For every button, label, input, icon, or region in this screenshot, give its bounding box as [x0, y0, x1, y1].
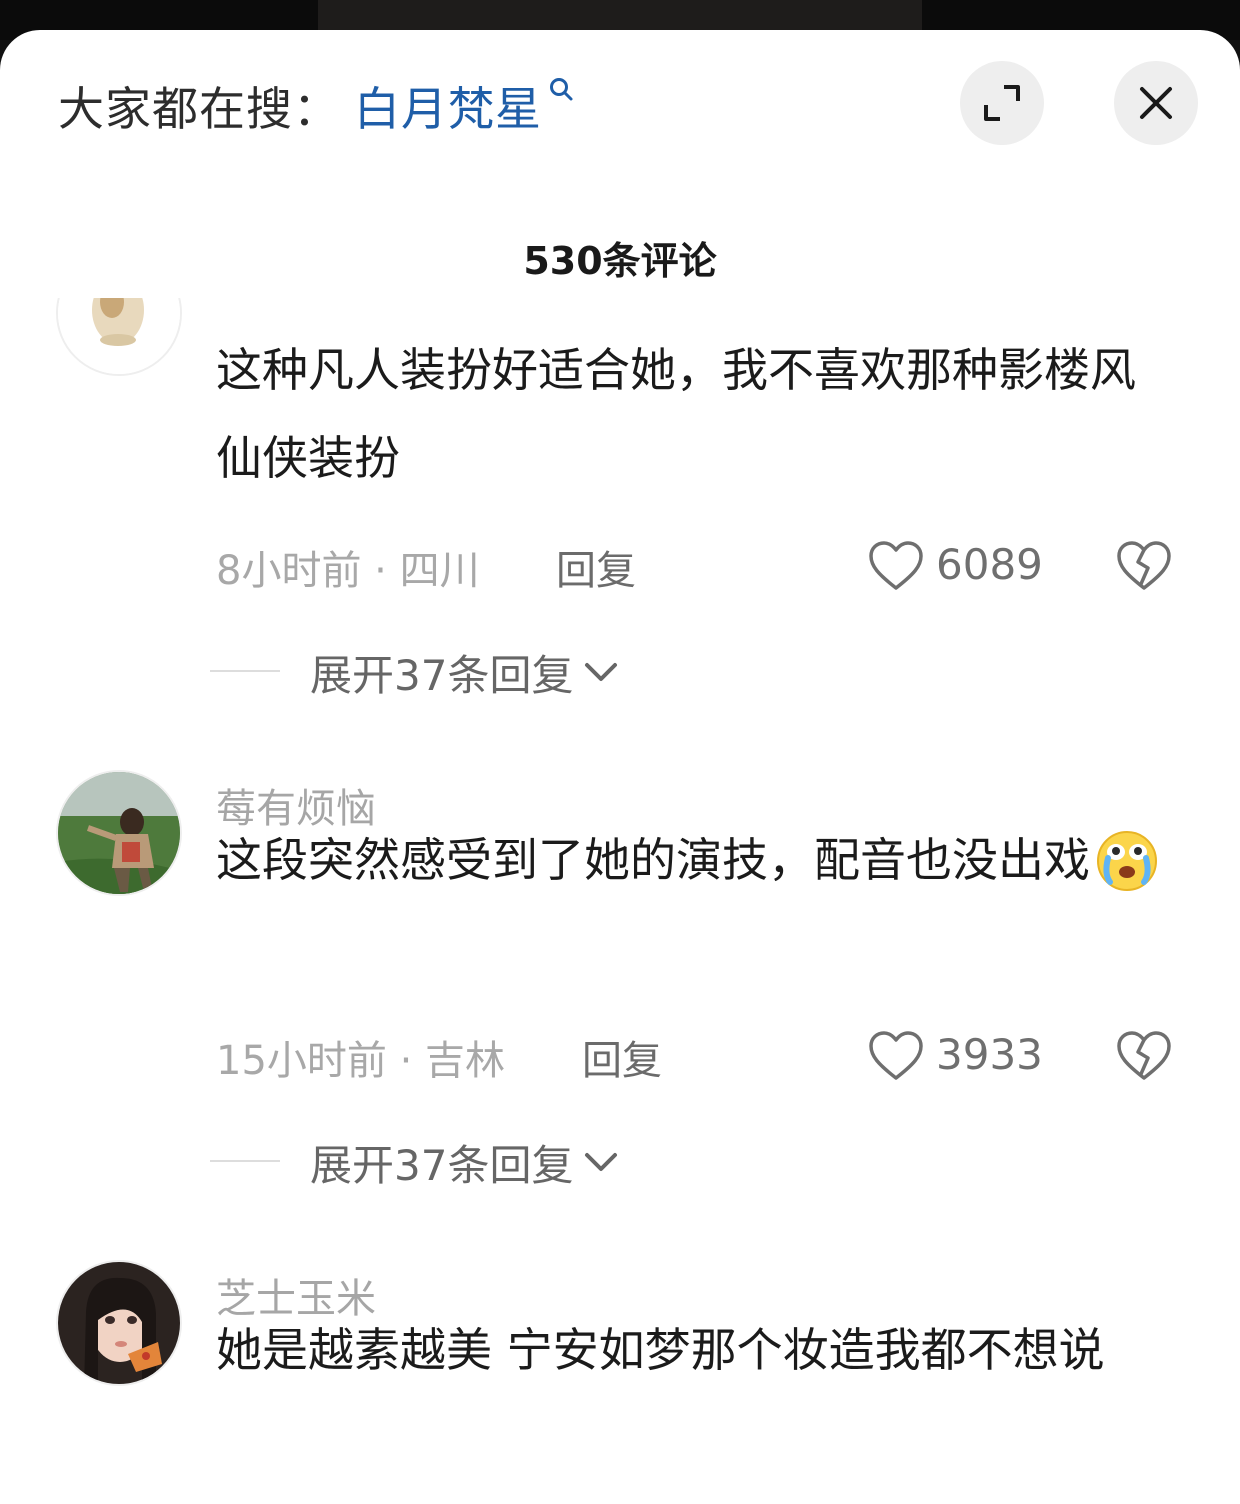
trending-search-term[interactable]: 白月梵星 [354, 73, 542, 139]
broken-heart-icon[interactable] [1116, 1030, 1172, 1082]
trending-search[interactable]: 大家都在搜： 白月梵星 [58, 74, 574, 138]
comment-text[interactable]: 这种凡人装扮好适合她，我不喜欢那种影楼风仙侠装扮 [216, 326, 1176, 502]
comment-text[interactable]: 她是越素越美 宁安如梦那个妆造我都不想说 [216, 1306, 1176, 1394]
comment-text-content: 这段突然感受到了她的演技，配音也没出戏 [216, 833, 1090, 887]
avatar[interactable] [56, 1260, 182, 1386]
heart-icon[interactable] [868, 1030, 924, 1082]
close-icon [1140, 87, 1172, 119]
crying-face-emoji-icon [1097, 830, 1157, 891]
expand-replies-button[interactable]: 展开37条回复 [310, 1132, 619, 1193]
expand-button[interactable] [960, 61, 1044, 145]
comment-meta: 8小时前 · 四川 [216, 548, 480, 594]
like-count: 6089 [936, 540, 1043, 589]
comment-count-title: 530条评论 [523, 239, 717, 283]
broken-heart-icon[interactable] [1116, 540, 1172, 592]
comment-sheet: 大家都在搜： 白月梵星 530条评论 这种凡人装扮好适合她，我不喜欢那种影楼风仙… [0, 30, 1240, 1504]
heart-icon[interactable] [868, 540, 924, 592]
like-count: 3933 [936, 1030, 1043, 1079]
avatar[interactable] [56, 298, 182, 376]
expand-replies-label: 展开37条回复 [310, 1141, 574, 1190]
reply-button[interactable]: 回复 [582, 1028, 662, 1086]
avatar[interactable] [56, 770, 182, 896]
comment-list[interactable]: 这种凡人装扮好适合她，我不喜欢那种影楼风仙侠装扮 8小时前 · 四川 回复 60… [0, 298, 1240, 1504]
search-icon [550, 78, 573, 101]
close-button[interactable] [1114, 61, 1198, 145]
video-edge [318, 0, 922, 30]
expand-icon [984, 85, 1020, 121]
chevron-down-icon [585, 1152, 618, 1171]
expand-replies-button[interactable]: 展开37条回复 [310, 642, 619, 703]
chevron-down-icon [585, 662, 618, 681]
divider-line [210, 1160, 280, 1162]
comment-text[interactable]: 这段突然感受到了她的演技，配音也没出戏 [216, 816, 1176, 904]
reply-button[interactable]: 回复 [556, 538, 636, 596]
trending-search-prefix: 大家都在搜： [58, 82, 340, 136]
divider-line [210, 670, 280, 672]
expand-replies-label: 展开37条回复 [310, 651, 574, 700]
comment-meta: 15小时前 · 吉林 [216, 1038, 506, 1084]
